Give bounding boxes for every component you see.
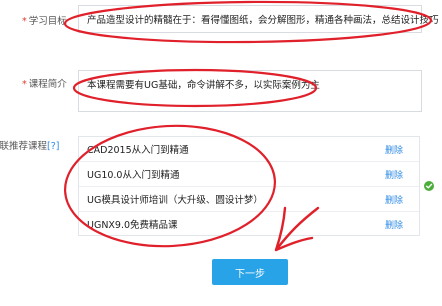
next-button[interactable]: 下一步 [212,259,288,285]
related-label: 关联推荐课程[?] [0,141,60,152]
course-title: UGNX9.0免费精品课 [87,220,178,231]
goal-field[interactable]: 产品造型设计的精髓在于：看得懂图纸，会分解图形，精通各种画法，总结设计技巧 [78,5,439,33]
intro-value: 本课程需要有UG基础，命令讲解不多，以实际案例为主 [87,80,320,91]
intro-label: * 课程简介 [22,79,67,90]
course-title: CAD2015从入门到精通 [87,145,189,156]
delete-link[interactable]: 删除 [385,168,419,181]
required-mark: * [22,16,27,27]
required-mark: * [22,79,27,90]
goal-label: * 学习目标 [22,16,67,27]
course-title: UG10.0从入门到精通 [87,170,180,181]
goal-value: 产品造型设计的精髓在于：看得懂图纸，会分解图形，精通各种画法，总结设计技巧 [87,15,439,26]
intro-field[interactable]: 本课程需要有UG基础，命令讲解不多，以实际案例为主 [78,70,422,112]
delete-link[interactable]: 删除 [385,218,419,231]
delete-link[interactable]: 删除 [385,143,419,156]
related-course-list: CAD2015从入门到精通 删除 UG10.0从入门到精通 删除 UG模具设计师… [78,136,420,236]
delete-link[interactable]: 删除 [385,193,419,206]
course-title: UG模具设计师培训（大升级、圆设计梦） [87,195,263,206]
help-link[interactable]: [?] [47,141,59,152]
list-item: UGNX9.0免费精品课 删除 [79,212,419,236]
list-item: UG10.0从入门到精通 删除 [79,162,419,186]
check-circle-icon [424,181,434,191]
list-item: CAD2015从入门到精通 删除 [79,137,419,161]
list-item: UG模具设计师培训（大升级、圆设计梦） 删除 [79,187,419,211]
